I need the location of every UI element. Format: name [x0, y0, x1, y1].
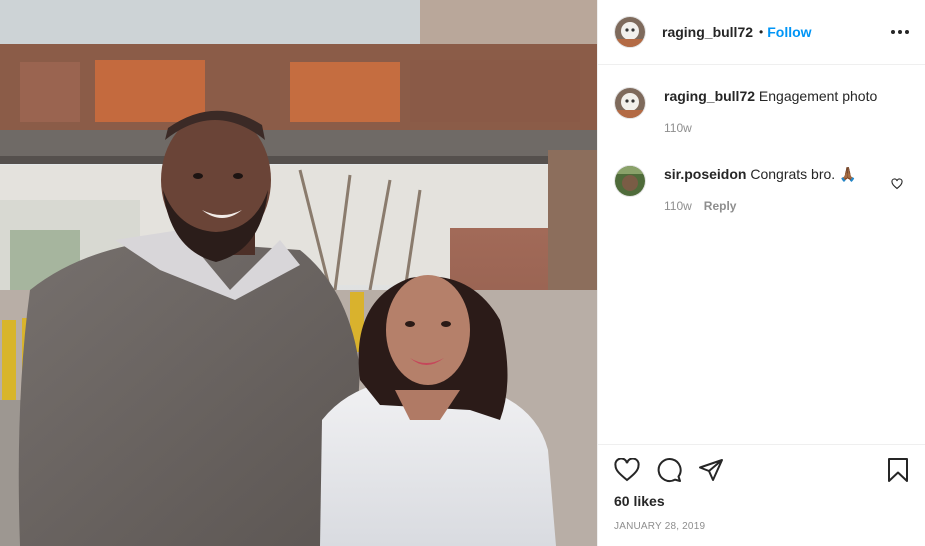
likes-count[interactable]: 60 likes — [614, 493, 909, 509]
heart-icon[interactable] — [614, 458, 640, 482]
author-avatar[interactable] — [614, 16, 646, 48]
post-photo[interactable] — [0, 0, 597, 546]
post-header: raging_bull72 • Follow — [598, 0, 925, 65]
avatar-image — [615, 17, 645, 47]
post-footer: 60 likes JANUARY 28, 2019 — [598, 444, 925, 532]
more-dot — [891, 30, 895, 34]
more-dot — [905, 30, 909, 34]
comment-username[interactable]: raging_bull72 — [664, 88, 755, 104]
comment-text: Congrats bro. 🙏🏾 — [750, 166, 857, 182]
comment-list: raging_bull72 Engagement photo 110w sir.… — [598, 65, 925, 215]
action-bar — [614, 445, 909, 495]
paper-plane-icon[interactable] — [698, 458, 724, 482]
post-date[interactable]: JANUARY 28, 2019 — [614, 521, 909, 532]
comment-text: Engagement photo — [758, 88, 878, 104]
comment-icon[interactable] — [656, 457, 682, 483]
comment-item: sir.poseidon Congrats bro. 🙏🏾 110w Reply — [614, 137, 909, 215]
avatar-image — [615, 88, 645, 118]
heart-icon — [891, 178, 903, 190]
post-side-panel: raging_bull72 • Follow raging_bull72 Eng… — [597, 0, 925, 546]
comment-age[interactable]: 110w — [664, 197, 692, 215]
more-dot — [898, 30, 902, 34]
post-viewer: raging_bull72 • Follow raging_bull72 Eng… — [0, 0, 925, 546]
author-username[interactable]: raging_bull72 — [662, 24, 753, 40]
avatar-image — [615, 166, 645, 196]
bookmark-icon[interactable] — [887, 457, 909, 483]
engagement-photo — [0, 0, 597, 546]
reply-button[interactable]: Reply — [704, 197, 737, 215]
follow-button[interactable]: Follow — [767, 24, 811, 40]
comment-username[interactable]: sir.poseidon — [664, 166, 746, 182]
separator-dot: • — [759, 25, 764, 39]
comment-item: raging_bull72 Engagement photo 110w — [614, 65, 909, 137]
comment-avatar[interactable] — [614, 87, 646, 119]
comment-like-heart-icon[interactable] — [891, 177, 903, 195]
more-options-icon[interactable] — [891, 30, 909, 34]
comment-age[interactable]: 110w — [664, 119, 692, 137]
comment-avatar[interactable] — [614, 165, 646, 197]
